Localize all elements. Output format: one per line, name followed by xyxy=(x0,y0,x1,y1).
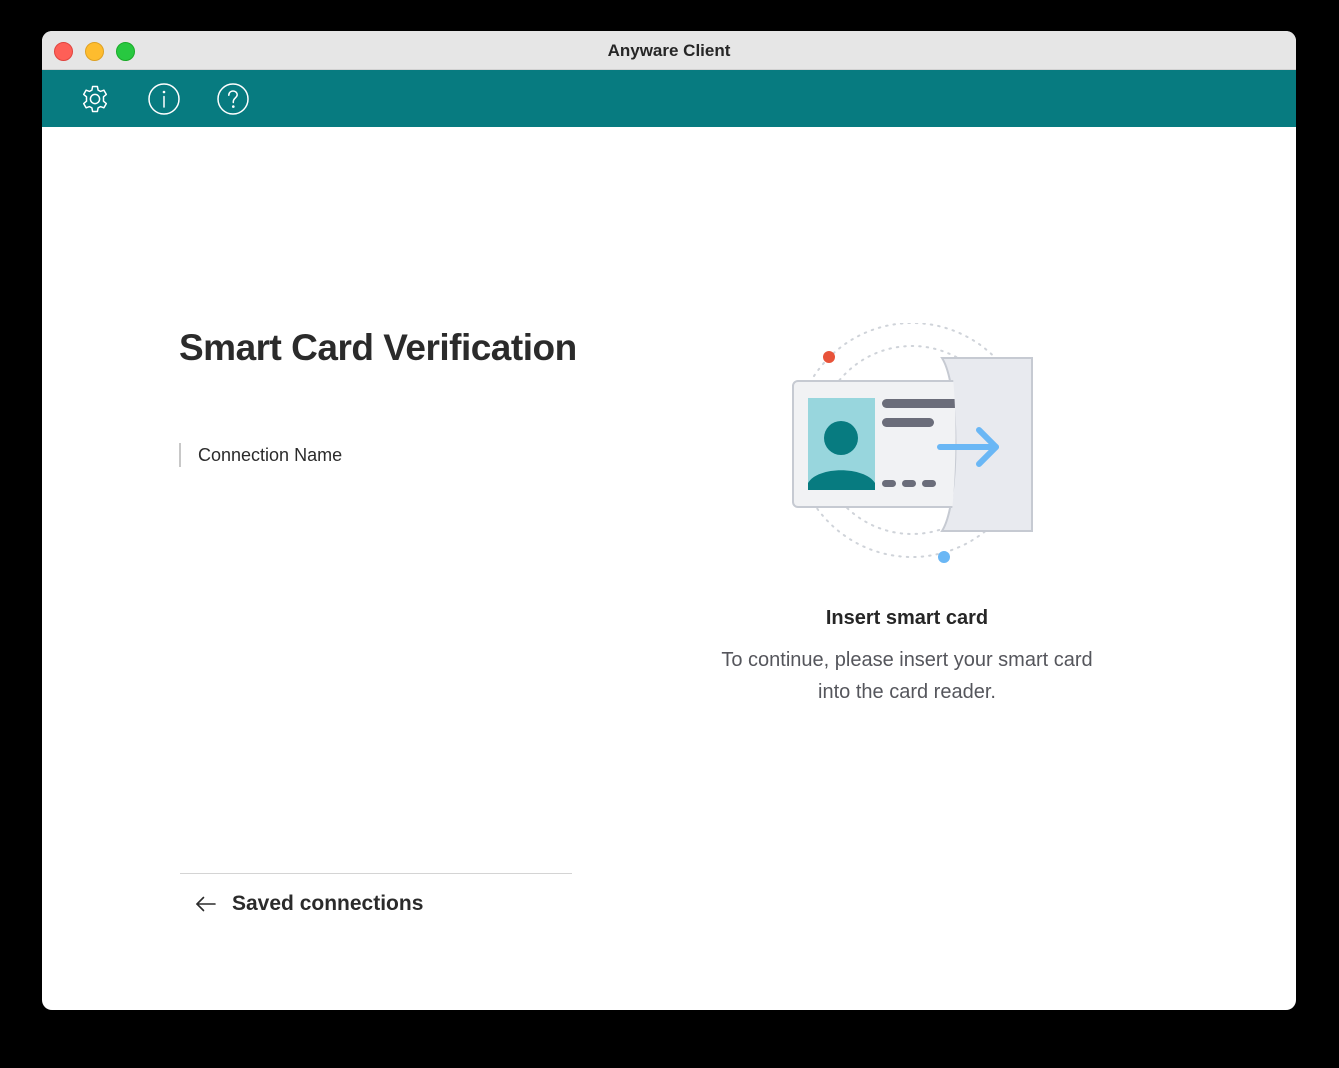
help-icon[interactable] xyxy=(216,82,250,116)
saved-connections-link[interactable]: Saved connections xyxy=(194,888,423,920)
blue-dot xyxy=(938,551,950,563)
main-content: Smart Card Verification Connection Name … xyxy=(42,127,1296,1010)
app-window: Anyware Client Smart Card Verification C… xyxy=(42,31,1296,1010)
gear-icon[interactable] xyxy=(78,82,112,116)
insert-card-description: To continue, please insert your smart ca… xyxy=(657,644,1157,708)
info-icon[interactable] xyxy=(147,82,181,116)
smart-card-illustration xyxy=(784,323,1044,573)
title-bar: Anyware Client xyxy=(42,31,1296,70)
divider xyxy=(180,873,572,874)
red-dot xyxy=(823,351,835,363)
arrow-left-icon xyxy=(194,892,218,916)
description-line: into the card reader. xyxy=(818,681,996,703)
insert-card-title: Insert smart card xyxy=(825,607,989,629)
window-title: Anyware Client xyxy=(607,41,731,60)
description-line: To continue, please insert your smart ca… xyxy=(721,649,1093,671)
connection-name-label: Connection Name xyxy=(179,443,342,467)
page-title: Smart Card Verification xyxy=(179,327,577,368)
toolbar xyxy=(42,70,1296,127)
saved-connections-label: Saved connections xyxy=(232,892,424,915)
